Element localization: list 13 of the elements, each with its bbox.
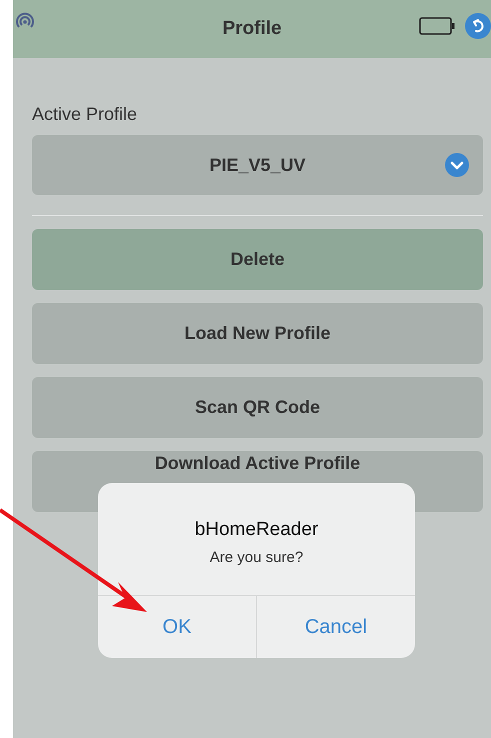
action-button[interactable]: Delete — [32, 229, 483, 290]
screen-title: Profile — [221, 18, 283, 40]
action-button[interactable]: Load New Profile — [32, 303, 483, 364]
chevron-down-icon — [445, 153, 469, 177]
battery-icon — [419, 17, 455, 35]
field-label: Active Profile — [32, 104, 138, 125]
back-icon[interactable] — [465, 13, 491, 39]
profile-dropdown[interactable]: PIE_V5_UV — [32, 135, 483, 195]
dialog-message: Are you sure? — [210, 549, 304, 566]
dialog-button[interactable]: Cancel — [256, 596, 415, 658]
action-button[interactable]: Scan QR Code — [32, 377, 483, 438]
dialog-button[interactable]: OK — [98, 596, 256, 658]
dialog-title: bHomeReader — [194, 519, 318, 541]
